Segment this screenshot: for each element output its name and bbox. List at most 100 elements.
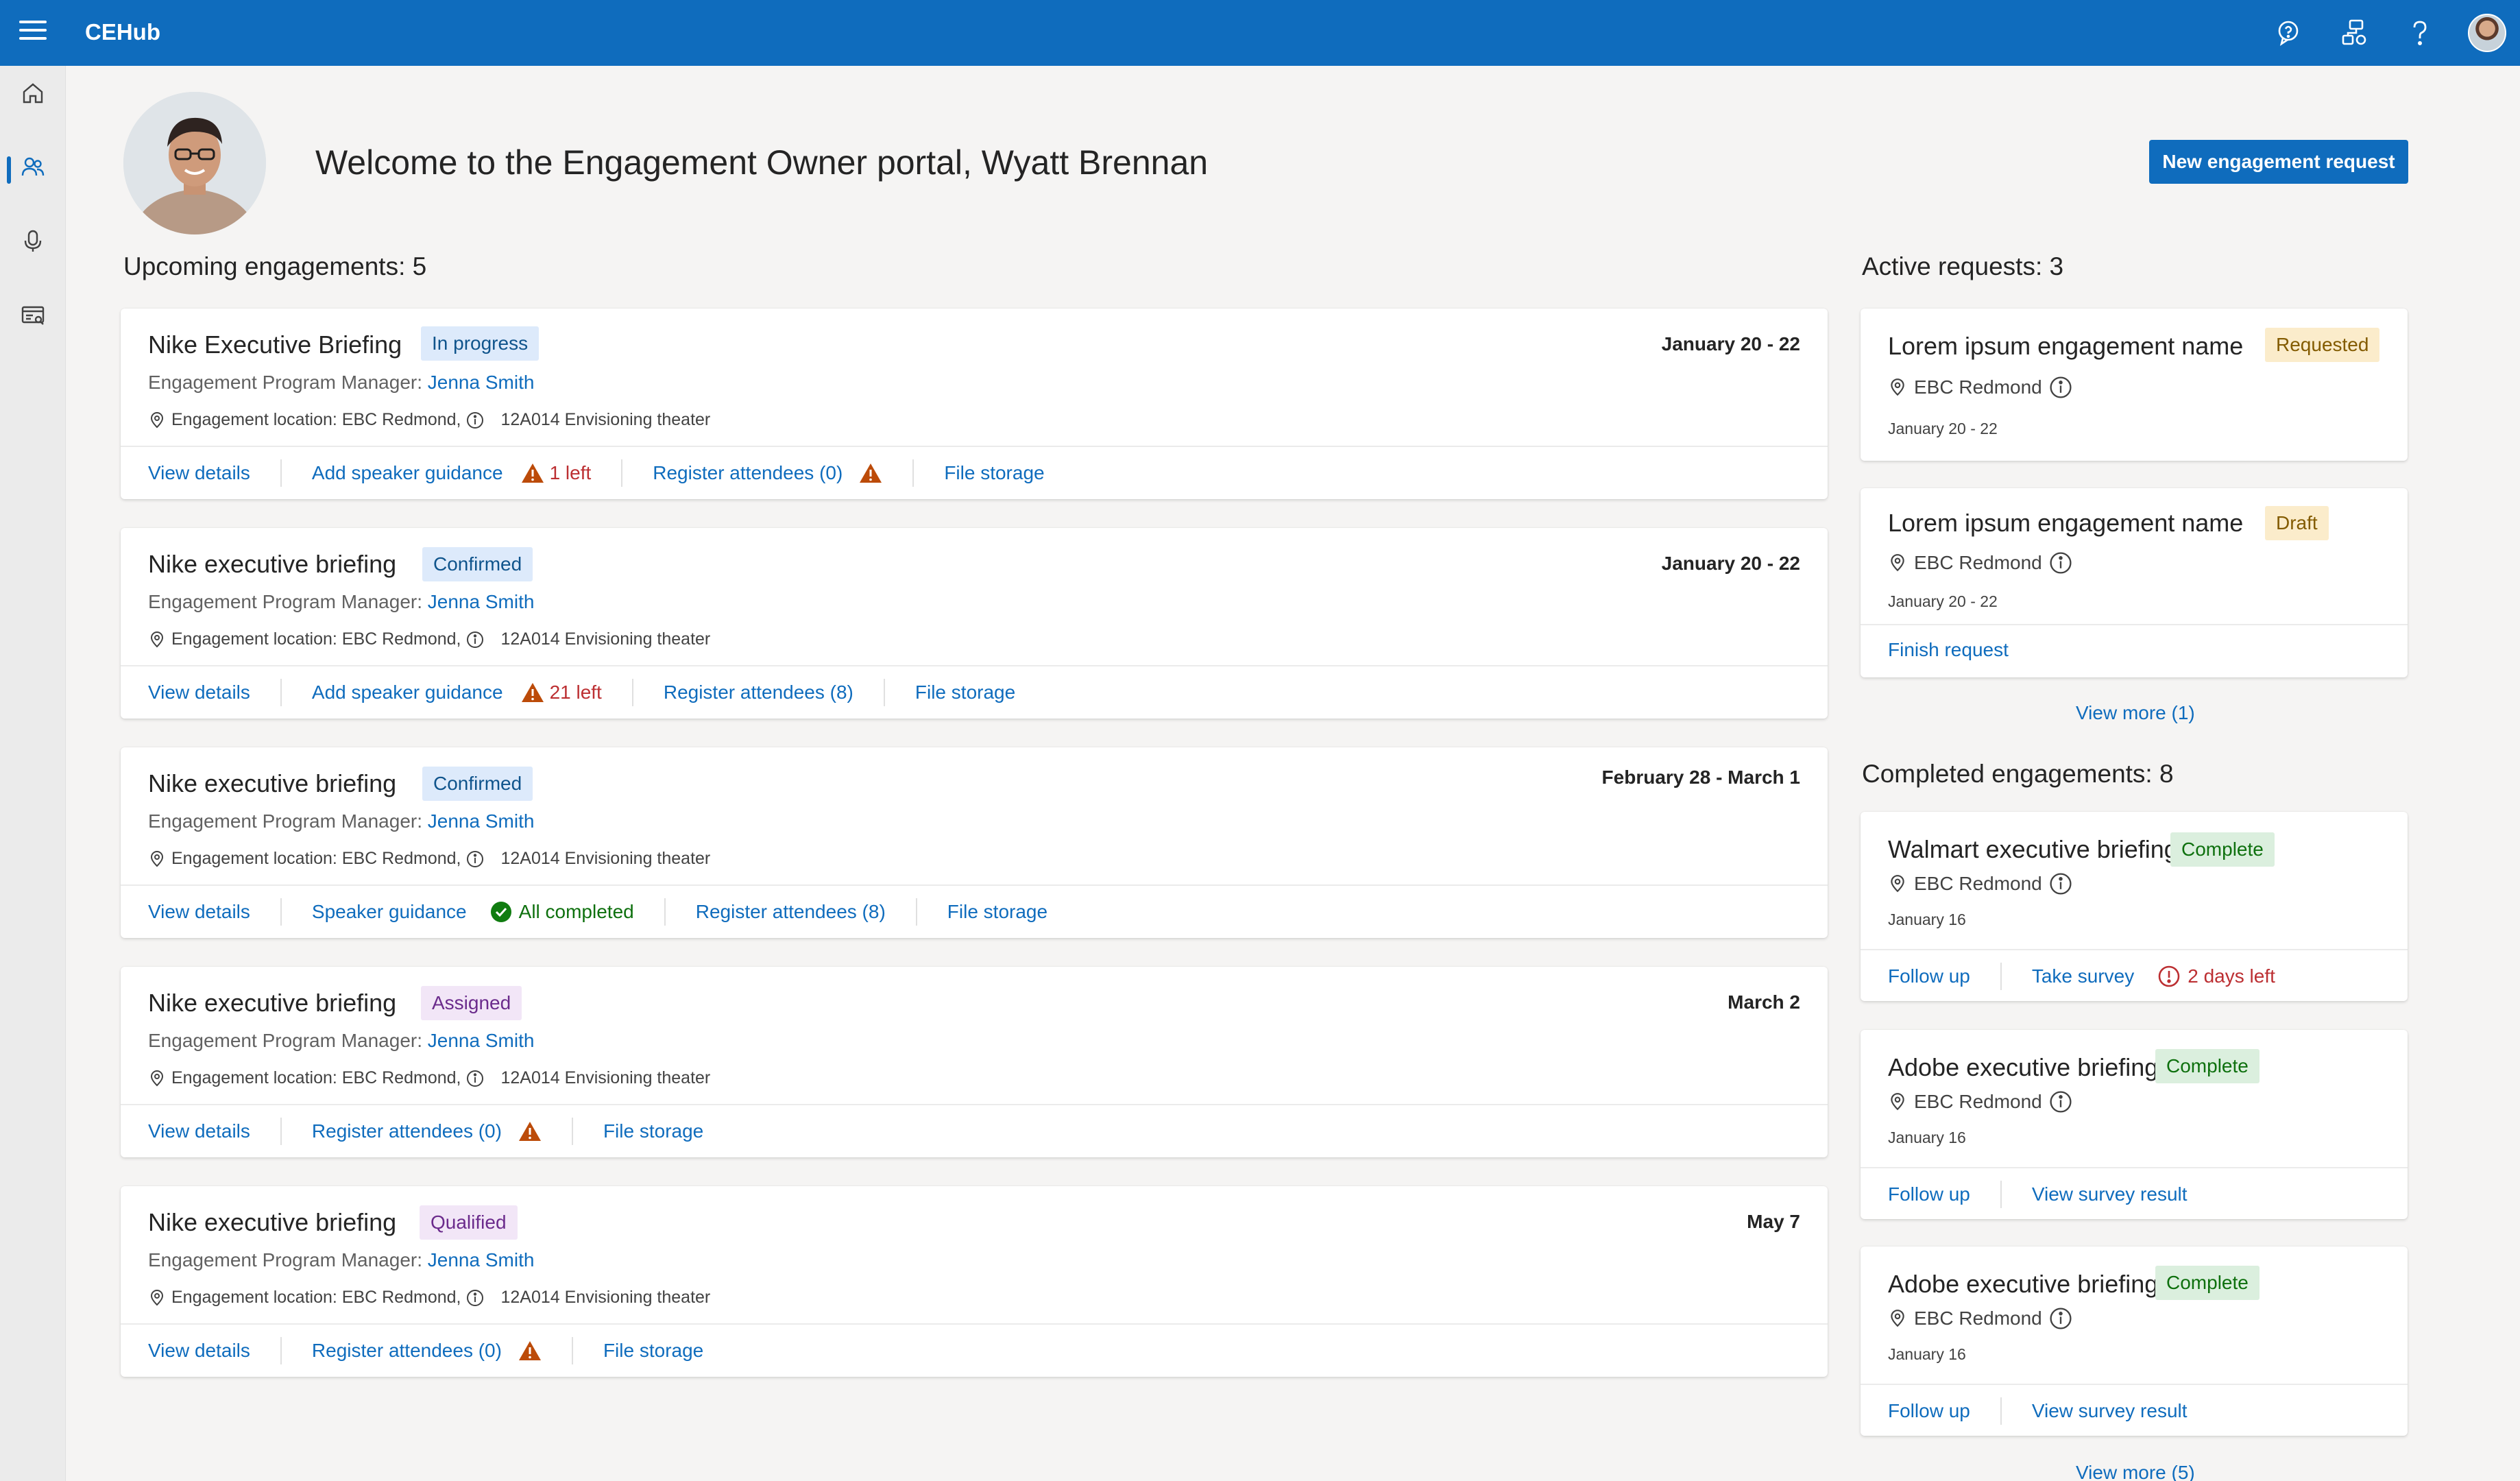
request-date: January 20 - 22 (1888, 420, 1998, 437)
nav-item-home[interactable] (0, 66, 66, 121)
location-pin-icon (1891, 1093, 1904, 1111)
engagement-location: Engagement location: EBC Redmond, 12A014… (148, 849, 710, 869)
register-attendees-link[interactable]: Register attendees (0) (312, 1120, 502, 1142)
engagement-date: February 28 - March 1 (1601, 767, 1800, 788)
hamburger-icon[interactable] (19, 21, 47, 45)
engagement-location: EBC Redmond (1888, 1307, 2072, 1330)
file-storage-link[interactable]: File storage (603, 1120, 703, 1142)
add-speaker-guidance-link[interactable]: Add speaker guidance (312, 462, 503, 484)
guidance-warning: 21 left (521, 682, 602, 703)
add-speaker-guidance-link[interactable]: Add speaker guidance (312, 682, 503, 703)
register-attendees-link[interactable]: Register attendees (0) (653, 462, 843, 484)
finish-request-link[interactable]: Finish request (1888, 639, 2009, 661)
home-icon (23, 83, 43, 104)
card-actions: View details Register attendees (0) File… (148, 1118, 703, 1145)
card-divider (1861, 949, 2408, 950)
register-attendees-link[interactable]: Register attendees (8) (696, 901, 886, 923)
engagement-date: January 16 (1888, 1345, 1966, 1363)
view-survey-result-link[interactable]: View survey result (2032, 1183, 2188, 1205)
follow-up-link[interactable]: Follow up (1888, 1183, 1970, 1205)
nav-item-people[interactable] (0, 140, 66, 195)
new-engagement-request-button[interactable]: New engagement request (2149, 140, 2408, 184)
active-view-more-link[interactable]: View more (1) (2076, 702, 2195, 724)
program-manager-link[interactable]: Jenna Smith (428, 1249, 535, 1271)
completed-heading: Completed engagements: 8 (1862, 760, 2174, 788)
info-icon[interactable] (466, 1070, 484, 1087)
request-title: Lorem ipsum engagement name (1888, 509, 2244, 537)
view-details-link[interactable]: View details (148, 1120, 250, 1142)
program-manager-link[interactable]: Jenna Smith (428, 1030, 535, 1051)
completed-engagement-card: Adobe executive briefing Complete EBC Re… (1861, 1030, 2408, 1219)
microphone-icon (24, 230, 42, 252)
engagement-date: January 16 (1888, 911, 1966, 928)
avatar[interactable] (2468, 14, 2506, 52)
view-details-link[interactable]: View details (148, 682, 250, 703)
location-pin-icon (1891, 378, 1904, 396)
people-icon (21, 157, 45, 176)
engagement-title: Nike executive briefing (148, 769, 397, 797)
status-badge: Complete (2170, 832, 2275, 867)
info-icon[interactable] (2049, 872, 2072, 895)
card-actions: Finish request (1888, 639, 2009, 661)
engagement-title: Walmart executive briefing (1888, 835, 2178, 863)
program-manager-link[interactable]: Jenna Smith (428, 810, 535, 832)
follow-up-link[interactable]: Follow up (1888, 1400, 1970, 1422)
register-attendees-link[interactable]: Register attendees (0) (312, 1340, 502, 1362)
location-pin-icon (1891, 554, 1904, 572)
view-details-link[interactable]: View details (148, 462, 250, 484)
info-icon[interactable] (2049, 376, 2072, 399)
warning-icon (518, 1341, 541, 1360)
view-details-link[interactable]: View details (148, 1340, 250, 1362)
info-icon[interactable] (2049, 1307, 2072, 1330)
nav-item-microphone[interactable] (0, 214, 66, 269)
info-icon[interactable] (466, 1289, 484, 1307)
follow-up-link[interactable]: Follow up (1888, 965, 1970, 987)
completed-view-more-link[interactable]: View more (5) (2076, 1462, 2195, 1481)
engagement-title: Nike executive briefing (148, 989, 397, 1017)
nav-item-board[interactable] (0, 288, 66, 343)
info-icon[interactable] (466, 631, 484, 649)
file-storage-link[interactable]: File storage (947, 901, 1047, 923)
survey-deadline: 2 days left (2157, 965, 2275, 988)
file-storage-link[interactable]: File storage (603, 1340, 703, 1362)
file-storage-link[interactable]: File storage (915, 682, 1015, 703)
card-divider (121, 1104, 1828, 1105)
card-actions: Follow up View survey result (1888, 1181, 2188, 1208)
program-manager-link[interactable]: Jenna Smith (428, 372, 535, 393)
status-badge: Confirmed (422, 767, 533, 801)
engagement-card: Nike executive briefing Qualified May 7 … (121, 1186, 1828, 1377)
location-pin-icon (1891, 1310, 1904, 1327)
org-icon[interactable] (2339, 18, 2369, 48)
info-icon[interactable] (2049, 1090, 2072, 1113)
request-date: January 20 - 22 (1888, 592, 1998, 610)
speaker-guidance-link[interactable]: Speaker guidance (312, 901, 467, 923)
warning-icon (521, 683, 544, 702)
active-request-card: Lorem ipsum engagement name Requested EB… (1861, 309, 2408, 461)
request-location: EBC Redmond (1888, 376, 2072, 399)
check-circle-icon (490, 902, 511, 922)
request-location: EBC Redmond (1888, 551, 2072, 575)
engagement-date: May 7 (1747, 1211, 1800, 1232)
page-title: Welcome to the Engagement Owner portal, … (315, 143, 1209, 182)
view-details-link[interactable]: View details (148, 901, 250, 923)
register-attendees-link[interactable]: Register attendees (8) (664, 682, 853, 703)
info-icon[interactable] (2049, 551, 2072, 575)
engagement-card: Nike Executive Briefing In progress Janu… (121, 309, 1828, 499)
status-badge: Requested (2265, 328, 2380, 362)
take-survey-link[interactable]: Take survey (2032, 965, 2134, 987)
card-actions: View details Speaker guidance All comple… (148, 898, 1047, 926)
card-actions: Follow up View survey result (1888, 1397, 2188, 1425)
card-divider (121, 446, 1828, 447)
view-survey-result-link[interactable]: View survey result (2032, 1400, 2188, 1422)
completed-engagement-card: Adobe executive briefing Complete EBC Re… (1861, 1247, 2408, 1436)
info-icon[interactable] (466, 850, 484, 868)
chat-help-icon[interactable] (2275, 18, 2305, 48)
file-storage-link[interactable]: File storage (944, 462, 1044, 484)
status-badge: Complete (2155, 1266, 2259, 1300)
status-badge: Confirmed (422, 547, 533, 581)
program-manager-link[interactable]: Jenna Smith (428, 591, 535, 612)
question-icon[interactable] (2405, 18, 2435, 48)
info-icon[interactable] (466, 411, 484, 429)
completed-engagement-card: Walmart executive briefing Complete EBC … (1861, 812, 2408, 1001)
location-pin-icon (1891, 875, 1904, 893)
